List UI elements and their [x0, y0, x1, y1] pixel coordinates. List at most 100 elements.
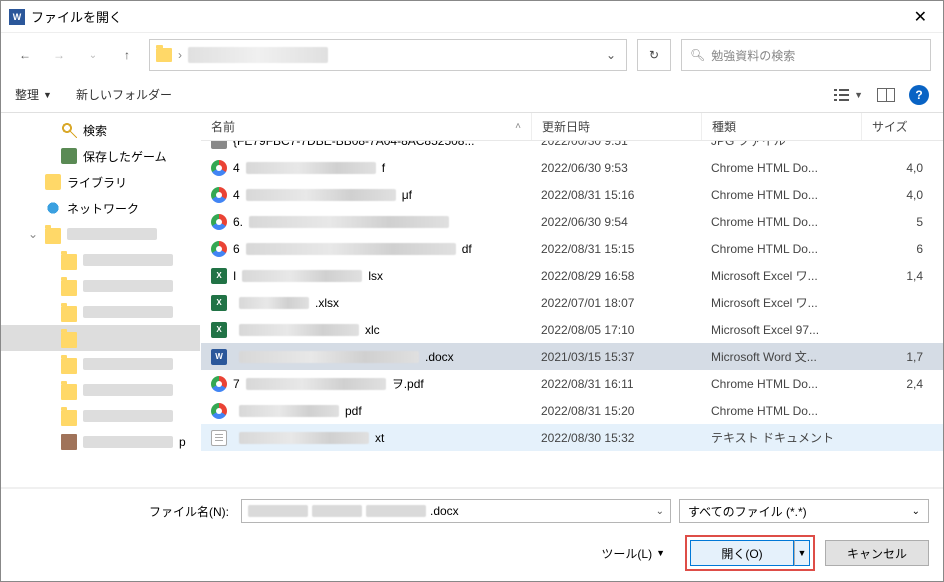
folder-icon [45, 228, 61, 244]
file-row[interactable]: X.xlsx2022/07/01 18:07Microsoft Excel ワ.… [201, 289, 943, 316]
file-row[interactable]: xt2022/08/30 15:32テキスト ドキュメント [201, 424, 943, 451]
file-type: Chrome HTML Do... [701, 188, 861, 202]
tree-item[interactable] [1, 351, 200, 377]
file-type: Chrome HTML Do... [701, 404, 861, 418]
lib-icon [45, 174, 61, 190]
tree-item[interactable]: ライブラリ [1, 169, 200, 195]
chrome-file-icon [211, 376, 227, 392]
tree-item[interactable]: ⌄ [1, 221, 200, 247]
tree-item-label: 検索 [83, 122, 107, 139]
file-row[interactable]: 6df2022/08/31 15:15Chrome HTML Do...6 [201, 235, 943, 262]
column-size[interactable]: サイズ [861, 113, 943, 140]
tree-item[interactable]: ネットワーク [1, 195, 200, 221]
tree-item[interactable]: 保存したゲーム [1, 143, 200, 169]
filename-input[interactable]: .docx ⌄ [241, 499, 671, 523]
chevron-down-icon[interactable]: ⌄ [656, 506, 664, 517]
file-row[interactable]: XIlsx2022/08/29 16:58Microsoft Excel ワ..… [201, 262, 943, 289]
column-date[interactable]: 更新日時 [531, 113, 701, 140]
file-row[interactable]: 7ヲ.pdf2022/08/31 16:11Chrome HTML Do...2… [201, 370, 943, 397]
tools-dropdown[interactable]: ツール(L) ▼ [601, 545, 665, 562]
file-date: 2022/08/30 15:32 [531, 431, 701, 445]
file-type-filter[interactable]: すべてのファイル (*.*) ⌄ [679, 499, 929, 523]
filename-blurred [242, 270, 362, 282]
file-size: 4,0 [861, 188, 943, 202]
file-date: 2022/08/31 15:15 [531, 242, 701, 256]
excel-file-icon: X [211, 322, 227, 338]
help-button[interactable]: ? [909, 85, 929, 105]
tree-item[interactable] [1, 273, 200, 299]
folder-icon [61, 358, 77, 374]
open-split-dropdown[interactable]: ▼ [794, 540, 810, 566]
tree-item[interactable] [1, 299, 200, 325]
forward-button[interactable]: → [47, 43, 71, 67]
chevron-down-icon: ⌄ [912, 506, 920, 517]
address-dropdown-icon[interactable]: ⌄ [602, 48, 620, 62]
preview-pane-button[interactable] [877, 88, 895, 102]
filename-blurred [249, 216, 449, 228]
chevron-down-icon: ▼ [656, 548, 665, 558]
folder-icon [61, 410, 77, 426]
column-name[interactable]: 名前 ˄ [201, 113, 531, 140]
chevron-down-icon: ▼ [854, 90, 863, 100]
file-date: 2022/07/01 18:07 [531, 296, 701, 310]
tree-item[interactable] [1, 325, 200, 351]
tree-item-label [83, 384, 173, 396]
chrome-file-icon [211, 187, 227, 203]
tree-item[interactable] [1, 403, 200, 429]
file-type: Microsoft Excel ワ... [701, 294, 861, 311]
column-type[interactable]: 種類 [701, 113, 861, 140]
file-date: 2021/03/15 15:37 [531, 350, 701, 364]
file-size: 2,4 [861, 377, 943, 391]
cancel-button[interactable]: キャンセル [825, 540, 929, 566]
tree-item-label [67, 228, 157, 240]
new-folder-button[interactable]: 新しいフォルダー [76, 86, 172, 103]
folder-icon [61, 254, 77, 270]
navigation-tree[interactable]: 検索保存したゲームライブラリネットワーク⌄ p [1, 113, 201, 487]
game-icon [61, 148, 77, 164]
organize-button[interactable]: 整理 ▼ [15, 86, 52, 103]
file-row[interactable]: Xxlc2022/08/05 17:10Microsoft Excel 97..… [201, 316, 943, 343]
tree-item-label [83, 332, 173, 344]
filename-blurred [246, 378, 386, 390]
txt-file-icon [211, 430, 227, 446]
filename-blurred [246, 189, 396, 201]
file-type: Microsoft Excel 97... [701, 323, 861, 337]
back-button[interactable]: ← [13, 43, 37, 67]
filename-blurred [239, 351, 419, 363]
file-row[interactable]: 4f2022/06/30 9:53Chrome HTML Do...4,0 [201, 154, 943, 181]
list-view-icon [834, 88, 850, 102]
file-row[interactable]: pdf2022/08/31 15:20Chrome HTML Do... [201, 397, 943, 424]
tree-item[interactable] [1, 247, 200, 273]
file-size: 6 [861, 242, 943, 256]
preview-pane-icon [877, 88, 895, 102]
recent-dropdown[interactable]: ⌄ [81, 43, 105, 67]
open-button[interactable]: 開く(O) [690, 540, 794, 566]
file-size: 1,7 [861, 350, 943, 364]
file-row[interactable]: W.docx2021/03/15 15:37Microsoft Word 文..… [201, 343, 943, 370]
filename-blurred [246, 162, 376, 174]
path-breadcrumb[interactable] [188, 47, 328, 63]
tree-item-label [83, 358, 173, 370]
tree-item-label [83, 436, 173, 448]
refresh-button[interactable]: ↻ [637, 39, 671, 71]
address-bar[interactable]: › ⌄ [149, 39, 627, 71]
file-row[interactable]: {FE79FBC7-7DBE-BB08-7A04-8AC852508...202… [201, 141, 943, 154]
folder-icon [61, 280, 77, 296]
search-input[interactable]: 🔍︎ 勉強資料の検索 [681, 39, 931, 71]
file-date: 2022/08/05 17:10 [531, 323, 701, 337]
column-headers: 名前 ˄ 更新日時 種類 サイズ [201, 113, 943, 141]
view-options-button[interactable]: ▼ [834, 88, 863, 102]
tree-item-label [83, 306, 173, 318]
close-icon[interactable]: ✕ [906, 3, 935, 31]
up-button[interactable]: ↑ [115, 43, 139, 67]
tree-item[interactable]: p [1, 429, 200, 455]
tree-item[interactable]: 検索 [1, 117, 200, 143]
tree-item[interactable] [1, 377, 200, 403]
filename-label: ファイル名(N): [15, 503, 233, 520]
file-date: 2022/08/29 16:58 [531, 269, 701, 283]
filename-blurred [239, 405, 339, 417]
search-icon [61, 122, 77, 138]
file-row[interactable]: 4μf2022/08/31 15:16Chrome HTML Do...4,0 [201, 181, 943, 208]
file-row[interactable]: 6.2022/06/30 9:54Chrome HTML Do...5 [201, 208, 943, 235]
filename-blurred [239, 432, 369, 444]
